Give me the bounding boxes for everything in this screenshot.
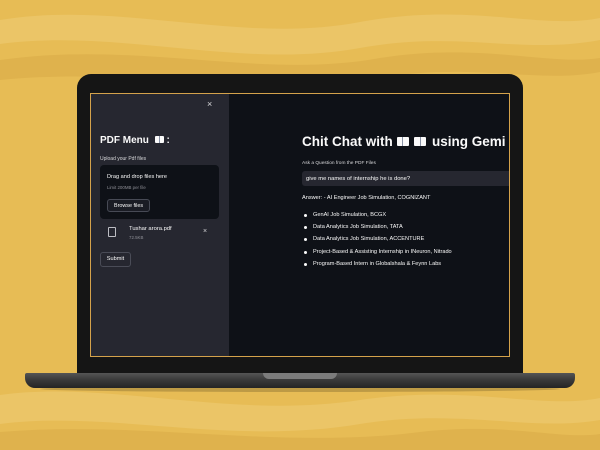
page-title-text: Chit Chat with [302,134,393,149]
page-title-suffix: using Gemi [432,134,506,149]
sidebar: × PDF Menu : Upload your Pdf files Drag … [91,94,229,356]
answer-list: GenAI Job Simulation, BCGX Data Analytic… [302,212,452,273]
book-icon [396,137,409,146]
sidebar-title-text: PDF Menu [100,135,149,146]
list-item: GenAI Job Simulation, BCGX [302,212,452,224]
file-dropzone[interactable]: Drag and drop files here Limit 200MB per… [100,165,219,219]
close-sidebar-icon[interactable]: × [207,99,212,109]
remove-file-icon[interactable]: × [203,228,207,235]
app-window: × PDF Menu : Upload your Pdf files Drag … [91,94,509,356]
question-input[interactable] [302,171,509,186]
upload-label: Upload your Pdf files [100,156,147,162]
list-item: Data Analytics Job Simulation, ACCENTURE [302,236,452,248]
list-item: Data Analytics Job Simulation, TATA [302,224,452,236]
file-size: 72.5KB [129,235,144,240]
answer-text: Answer: - AI Engineer Job Simulation, CO… [302,195,431,201]
main-content: Chit Chat with using Gemi Ask a Question… [229,94,509,356]
file-name: Tushar arora.pdf [129,226,172,232]
dropzone-title: Drag and drop files here [107,174,168,180]
question-label: Ask a Question from the PDF Files [302,161,376,166]
laptop-notch [263,373,337,379]
sidebar-title: PDF Menu : [100,135,170,146]
file-icon [108,227,116,237]
browse-files-button[interactable]: Browse files [107,199,150,212]
list-item: Project-Based & Assisting Internship in … [302,249,452,261]
submit-button[interactable]: Submit [100,252,131,267]
sidebar-title-colon: : [166,135,170,146]
page-title: Chit Chat with using Gemi [302,134,506,149]
book-icon [154,136,164,143]
dropzone-limit: Limit 200MB per file [107,185,146,190]
uploaded-file-item: Tushar arora.pdf 72.5KB × [100,225,221,245]
book-icon [414,137,427,146]
list-item: Program-Based Intern in Globalshala & Fe… [302,261,452,273]
